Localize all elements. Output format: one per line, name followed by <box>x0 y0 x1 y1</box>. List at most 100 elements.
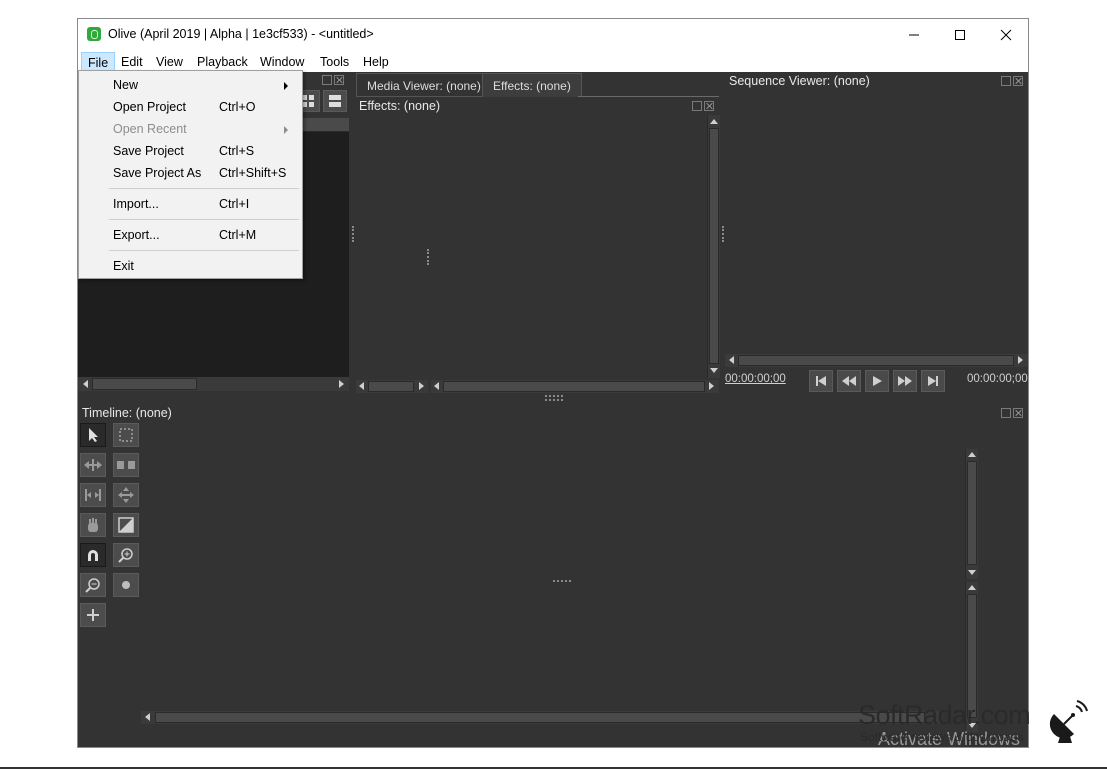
close-panel-icon[interactable] <box>1013 76 1023 86</box>
timeline-center-grip[interactable] <box>553 580 571 582</box>
float-icon[interactable] <box>692 101 702 111</box>
tab-media-viewer[interactable]: Media Viewer: (none) <box>356 73 492 97</box>
tab-effects[interactable]: Effects: (none) <box>482 73 582 97</box>
menu-window[interactable]: Window <box>254 52 310 72</box>
scroll-right-icon[interactable] <box>1018 356 1023 364</box>
timeline-hscrollbar[interactable] <box>141 711 941 724</box>
scroll-left-icon[interactable] <box>83 380 88 388</box>
selection-box-icon <box>119 428 133 442</box>
close-panel-icon[interactable] <box>704 101 714 111</box>
float-icon[interactable] <box>1001 408 1011 418</box>
zoom-out-button[interactable] <box>80 573 106 597</box>
close-panel-icon[interactable] <box>334 75 344 85</box>
go-to-end-button[interactable] <box>921 370 945 392</box>
sequence-hscrollbar[interactable] <box>725 354 1028 367</box>
menu-tools[interactable]: Tools <box>314 52 355 72</box>
menu-item-export[interactable]: Export... Ctrl+M <box>79 224 302 246</box>
project-hscrollbar[interactable] <box>78 377 349 391</box>
window-title: Olive (April 2019 | Alpha | 1e3cf533) - … <box>108 27 374 41</box>
scroll-down-icon[interactable] <box>968 570 976 575</box>
menu-edit[interactable]: Edit <box>115 52 149 72</box>
minimize-button[interactable] <box>891 19 937 50</box>
zoom-in-button[interactable] <box>113 543 139 567</box>
effects-hscrollbar-left[interactable] <box>356 380 428 393</box>
timeline-video-vscrollbar[interactable] <box>965 449 978 579</box>
scroll-thumb[interactable] <box>155 712 925 723</box>
transition-icon <box>118 517 134 533</box>
menu-item-import[interactable]: Import... Ctrl+I <box>79 193 302 215</box>
menu-item-save-project[interactable]: Save Project Ctrl+S <box>79 140 302 162</box>
effects-hscrollbar-right[interactable] <box>431 380 719 393</box>
maximize-icon <box>955 29 965 40</box>
menu-item-new[interactable]: New <box>79 74 302 96</box>
transition-tool-button[interactable] <box>113 513 139 537</box>
snapping-button[interactable] <box>80 543 106 567</box>
menu-view[interactable]: View <box>150 52 189 72</box>
float-icon[interactable] <box>322 75 332 85</box>
menu-item-open-recent: Open Recent <box>79 118 302 140</box>
razor-tool-button[interactable] <box>80 483 106 507</box>
splitter-grip-right[interactable] <box>722 226 724 242</box>
record-button[interactable] <box>113 573 139 597</box>
play-icon <box>873 376 882 386</box>
zoom-out-icon <box>85 578 100 593</box>
scroll-thumb[interactable] <box>92 378 197 390</box>
current-timecode[interactable]: 00:00:00;00 <box>725 373 786 385</box>
rolling-tool-button[interactable] <box>113 453 139 477</box>
scroll-down-icon[interactable] <box>710 368 718 373</box>
menu-separator <box>109 188 299 189</box>
olive-app-icon <box>87 27 101 41</box>
play-button[interactable] <box>865 370 889 392</box>
scroll-left-icon[interactable] <box>145 713 150 721</box>
slide-tool-button[interactable] <box>113 483 139 507</box>
scroll-right-icon[interactable] <box>339 380 344 388</box>
timeline-panel-controls <box>1001 408 1025 420</box>
maximize-button[interactable] <box>937 19 983 50</box>
add-button[interactable] <box>80 603 106 627</box>
scroll-thumb[interactable] <box>709 128 719 364</box>
edit-tool-button[interactable] <box>113 423 139 447</box>
scroll-left-icon[interactable] <box>359 382 364 390</box>
go-to-start-button[interactable] <box>809 370 833 392</box>
scroll-thumb[interactable] <box>967 461 977 565</box>
close-button[interactable] <box>983 19 1028 50</box>
pointer-icon <box>89 428 98 442</box>
horizontal-splitter-grip[interactable] <box>545 395 563 397</box>
grid-icon <box>302 95 314 107</box>
watermark-brand: SoftRadar.com <box>858 700 1031 730</box>
scroll-left-icon[interactable] <box>434 382 439 390</box>
float-icon[interactable] <box>1001 76 1011 86</box>
menu-playback[interactable]: Playback <box>191 52 254 72</box>
magnet-icon <box>88 550 98 561</box>
scroll-right-icon[interactable] <box>709 382 714 390</box>
move-icon <box>118 487 134 503</box>
close-panel-icon[interactable] <box>1013 408 1023 418</box>
scroll-left-icon[interactable] <box>729 356 734 364</box>
minimize-icon <box>909 34 919 35</box>
ripple-tool-button[interactable] <box>80 453 106 477</box>
menu-item-open-project[interactable]: Open Project Ctrl+O <box>79 96 302 118</box>
menu-help[interactable]: Help <box>357 52 395 72</box>
effects-panel-controls <box>692 101 716 113</box>
fast-forward-button[interactable] <box>893 370 917 392</box>
scroll-thumb[interactable] <box>443 381 705 392</box>
effects-vscrollbar[interactable] <box>707 115 720 378</box>
menu-separator <box>109 250 299 251</box>
scroll-up-icon[interactable] <box>710 119 718 124</box>
scroll-thumb[interactable] <box>368 381 414 392</box>
menu-item-exit[interactable]: Exit <box>79 255 302 277</box>
scroll-right-icon[interactable] <box>419 382 424 390</box>
scroll-up-icon[interactable] <box>968 452 976 457</box>
list-view-button[interactable] <box>323 90 347 112</box>
scroll-thumb[interactable] <box>738 355 1014 366</box>
rewind-button[interactable] <box>837 370 861 392</box>
pointer-tool-button[interactable] <box>80 423 106 447</box>
splitter-grip-left[interactable] <box>352 226 354 242</box>
horizontal-splitter-grip-2[interactable] <box>545 399 563 401</box>
menu-file[interactable]: File <box>81 52 116 72</box>
hand-tool-button[interactable] <box>80 513 106 537</box>
scroll-up-icon[interactable] <box>968 585 976 590</box>
menu-item-save-project-as[interactable]: Save Project As Ctrl+Shift+S <box>79 162 302 184</box>
record-icon <box>122 581 130 589</box>
splitter-grip[interactable] <box>427 249 429 265</box>
